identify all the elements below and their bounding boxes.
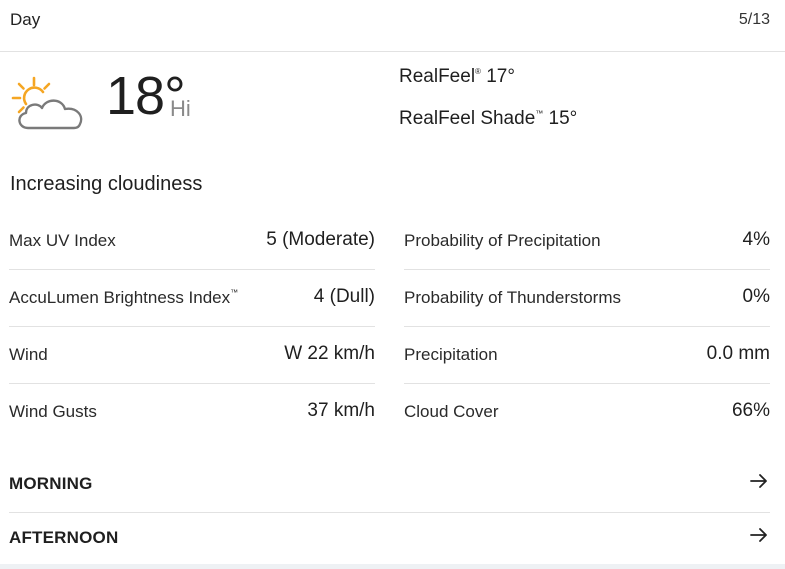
realfeel: RealFeel® 17°: [399, 66, 515, 88]
detail-label: Max UV Index: [9, 231, 116, 250]
details-right-column: Probability of Precipitation 4% Probabil…: [404, 213, 770, 441]
registered-mark: ®: [475, 67, 481, 76]
detail-row: Probability of Precipitation 4%: [404, 213, 770, 270]
detail-label: Probability of Precipitation: [404, 231, 601, 250]
detail-label: Precipitation: [404, 345, 498, 364]
detail-label-text: AccuLumen Brightness Index: [9, 288, 231, 307]
day-header: Day 5/13: [0, 0, 785, 52]
detail-label: Cloud Cover: [404, 402, 499, 421]
detail-value: W 22 km/h: [284, 343, 375, 364]
detail-row: Max UV Index 5 (Moderate): [9, 213, 375, 270]
realfeel-shade-label: RealFeel Shade: [399, 108, 536, 129]
realfeel-label: RealFeel: [399, 66, 476, 87]
afternoon-link[interactable]: AFTERNOON: [9, 513, 770, 565]
detail-value: 0.0 mm: [706, 343, 770, 364]
realfeel-shade-value: 15°: [548, 108, 578, 129]
arrow-right-icon: [750, 528, 767, 542]
realfeel-value: 17°: [486, 66, 515, 87]
detail-label: AccuLumen Brightness Index™: [9, 288, 238, 308]
detail-row: Probability of Thunderstorms 0%: [404, 270, 770, 327]
arrow-right-icon: [750, 474, 767, 488]
section-title: Day: [10, 10, 41, 29]
detail-value: 37 km/h: [307, 400, 375, 421]
detail-label: Wind Gusts: [9, 402, 97, 421]
details-left-column: Max UV Index 5 (Moderate) AccuLumen Brig…: [9, 213, 375, 441]
detail-value: 0%: [742, 286, 770, 307]
detail-label: Wind: [9, 345, 48, 364]
realfeel-shade: RealFeel Shade™ 15°: [399, 108, 577, 130]
forecast-date: 5/13: [738, 11, 770, 28]
morning-link[interactable]: MORNING: [9, 459, 770, 513]
detail-value: 5 (Moderate): [266, 229, 375, 250]
temperature-label: Hi: [170, 96, 191, 121]
detail-row: Wind W 22 km/h: [9, 327, 375, 384]
current-conditions: 18° Hi RealFeel® 17° RealFeel Shade™ 15°: [0, 52, 785, 162]
bottom-divider: [0, 564, 785, 569]
detail-row: Cloud Cover 66%: [404, 384, 770, 441]
detail-value: 4%: [742, 229, 770, 250]
trademark: ™: [230, 288, 239, 297]
weather-phrase: Increasing cloudiness: [10, 173, 203, 195]
detail-label: Probability of Thunderstorms: [404, 288, 622, 307]
morning-label: MORNING: [9, 474, 93, 493]
detail-row: AccuLumen Brightness Index™ 4 (Dull): [9, 270, 375, 327]
partly-sunny-cloud-icon: [11, 76, 83, 130]
trademark: ™: [535, 109, 544, 118]
detail-row: Wind Gusts 37 km/h: [9, 384, 375, 441]
detail-value: 66%: [731, 400, 770, 421]
detail-row: Precipitation 0.0 mm: [404, 327, 770, 384]
detail-value: 4 (Dull): [313, 286, 375, 307]
afternoon-label: AFTERNOON: [9, 528, 119, 547]
